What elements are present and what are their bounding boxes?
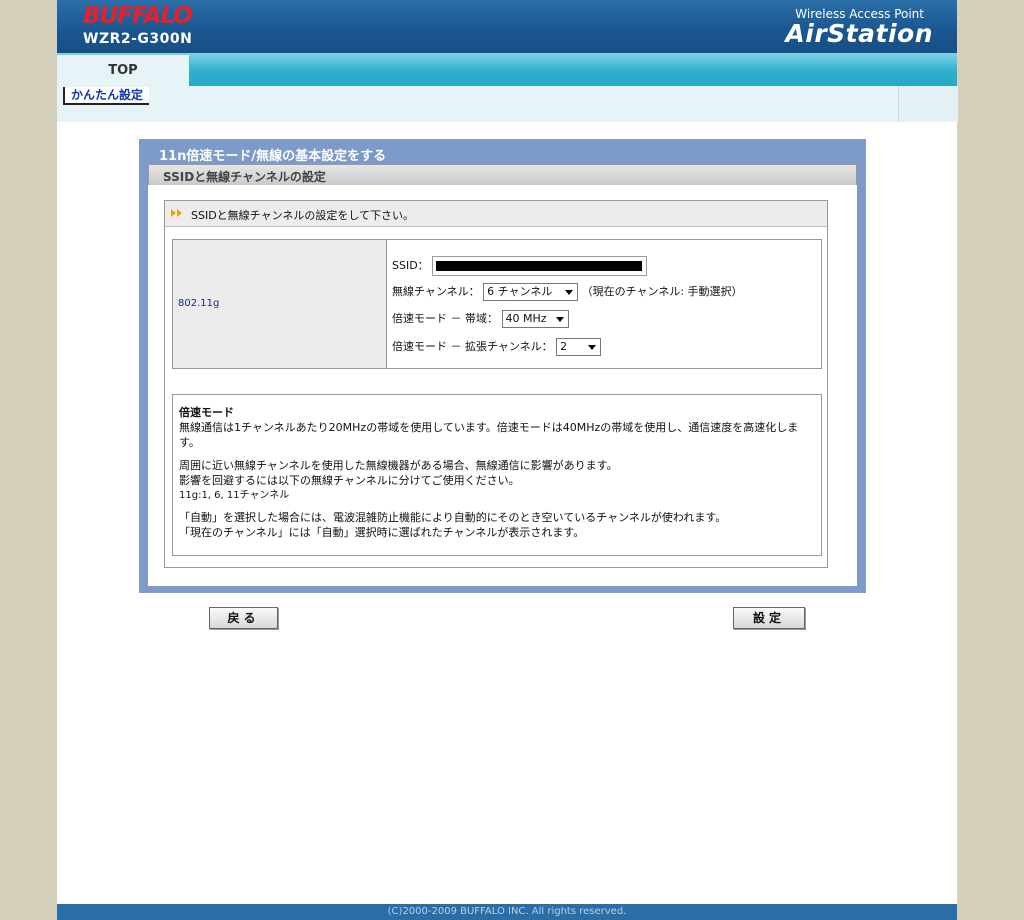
ssid-value-redacted (436, 261, 643, 271)
description-line: 「自動」を選択した場合には、電波混雑防止機能により自動的にそのとき空いているチャ… (179, 511, 727, 524)
back-button[interactable]: 戻る (209, 607, 278, 629)
nav-bar (57, 53, 957, 86)
ssid-row: SSID： (392, 256, 648, 276)
sub-nav-easy-setup[interactable]: かんたん設定 (63, 87, 150, 105)
footer: (C)2000-2009 BUFFALO INC. All rights res… (57, 904, 957, 920)
instruction-text: SSIDと無線チャンネルの設定をして下さい。 (191, 209, 415, 222)
channel-select-value: 6 チャンネル (487, 285, 553, 298)
chevron-down-icon (555, 317, 564, 322)
brand-logo: BUFFALO (83, 3, 193, 29)
panel-body: SSIDと無線チャンネルの設定をして下さい。 802.11g SSID： 無線チ… (148, 185, 857, 586)
tab-top[interactable]: TOP (57, 55, 189, 86)
channel-row: 無線チャンネル： 6 チャンネル （現在のチャンネル: 手動選択） (392, 283, 743, 301)
description-line: 周囲に近い無線チャンネルを使用した無線機器がある場合、無線通信に影響があります。 (179, 459, 618, 472)
copyright: (C)2000-2009 BUFFALO INC. All rights res… (387, 906, 627, 917)
set-button[interactable]: 設定 (733, 607, 805, 629)
header: BUFFALO WZR2-G300N Wireless Access Point… (57, 0, 957, 53)
chevron-down-icon (588, 345, 597, 350)
model-name: WZR2-G300N (83, 31, 193, 47)
ext-channel-select[interactable]: 2 (556, 338, 602, 356)
description-heading: 倍速モード (179, 406, 234, 419)
section-title: SSIDと無線チャンネルの設定 (163, 170, 326, 184)
ext-channel-label: 倍速モード － 拡張チャンネル： (392, 340, 553, 353)
ext-channel-row: 倍速モード － 拡張チャンネル： 2 (392, 338, 602, 356)
channel-select[interactable]: 6 チャンネル (483, 283, 579, 301)
mode-cell: 802.11g (173, 240, 387, 368)
bandwidth-row: 倍速モード － 帯域： 40 MHz (392, 310, 569, 328)
sub-nav: かんたん設定 (57, 86, 958, 122)
double-arrow-icon (171, 209, 182, 217)
description-line: 「現在のチャンネル」には「自動」選択時に選ばれたチャンネルが表示されます。 (179, 526, 585, 539)
bandwidth-select-value: 40 MHz (505, 312, 547, 325)
description-channels: 11g:1, 6, 11チャンネル (179, 490, 290, 501)
chevron-down-icon (565, 290, 574, 295)
instruction-bar: SSIDと無線チャンネルの設定をして下さい。 (165, 201, 827, 227)
description-paragraph-1: 無線通信は1チャンネルあたり20MHzの帯域を使用しています。倍速モードは40M… (179, 421, 799, 449)
channel-label: 無線チャンネル： (392, 285, 480, 298)
current-channel-text: （現在のチャンネル: 手動選択） (581, 285, 743, 298)
settings-panel: 11n倍速モード/無線の基本設定をする SSIDと無線チャンネルの設定 SSID… (139, 139, 866, 593)
settings-box: SSIDと無線チャンネルの設定をして下さい。 802.11g SSID： 無線チ… (164, 200, 828, 568)
sub-nav-right-cell (898, 86, 958, 122)
ssid-input[interactable] (432, 256, 648, 276)
description-box: 倍速モード 無線通信は1チャンネルあたり20MHzの帯域を使用しています。倍速モ… (172, 394, 822, 556)
ssid-label: SSID： (392, 259, 429, 272)
config-table: 802.11g SSID： 無線チャンネル： 6 チャンネル （現在のチャンネル… (172, 239, 822, 369)
section-bar: SSIDと無線チャンネルの設定 (148, 164, 857, 186)
ext-channel-select-value: 2 (560, 340, 568, 353)
page: BUFFALO WZR2-G300N Wireless Access Point… (57, 0, 958, 920)
product-logo: AirStation (785, 19, 933, 48)
description-line: 影響を回避するには以下の無線チャンネルに分けてご使用ください。 (179, 474, 520, 487)
bandwidth-select[interactable]: 40 MHz (501, 310, 569, 328)
panel-title: 11n倍速モード/無線の基本設定をする (159, 149, 387, 164)
bandwidth-label: 倍速モード － 帯域： (392, 312, 498, 325)
tab-top-label: TOP (108, 63, 138, 78)
mode-label: 802.11g (178, 298, 220, 309)
